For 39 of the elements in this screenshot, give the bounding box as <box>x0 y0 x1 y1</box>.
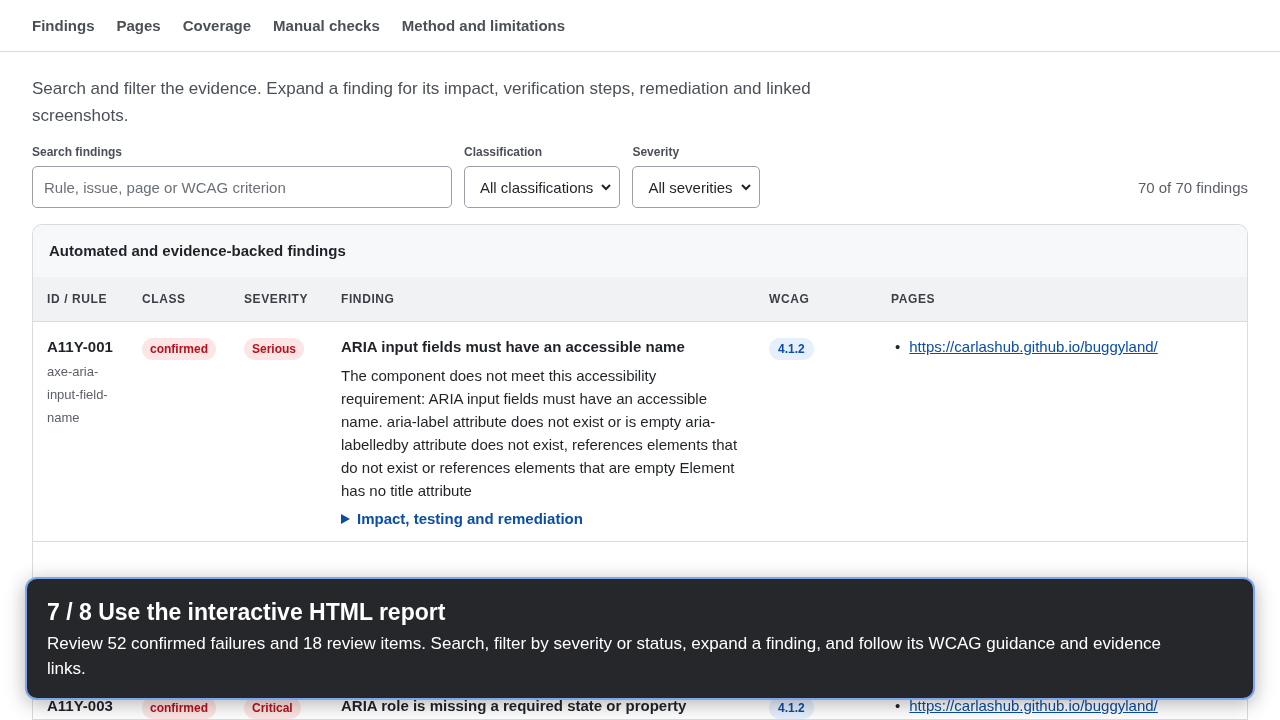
intro-text: Search and filter the evidence. Expand a finding for its impact, verification steps, remediation and linked screenshots. <box>32 78 812 127</box>
finding-title: ARIA input fields must have an accessible name <box>341 338 686 356</box>
nav-link[interactable]: Manual checks <box>273 16 380 35</box>
field-label: Search findings <box>32 145 124 159</box>
bullet: • <box>895 697 901 715</box>
chevron-down-icon <box>740 183 751 191</box>
finding-title: ARIA role is missing a required state or property <box>341 697 688 715</box>
column-header: SEVERITY <box>243 292 310 306</box>
details-toggle[interactable]: Impact, testing and remediation <box>341 510 583 527</box>
nav-link[interactable]: Coverage <box>182 16 252 35</box>
nav-link[interactable]: Pages <box>116 16 161 35</box>
column-header: CLASS <box>141 292 187 306</box>
class-badge: confirmed <box>142 338 216 360</box>
finding-description: The component does not meet this accessibility requirement: ARIA input fields must have an accessible name. aria-label attribute does not exist or is empty aria-labelledby attribute does not exist, references elements that do not exist or references elements that are empty Element has no title attribute <box>341 366 739 501</box>
rule-name: axe-aria-input-field-name <box>47 363 109 427</box>
popover-text: Review 52 confirmed failures and 18 review items. Search, filter by severity or status, expand a finding, and follow its WCAG guidance and evidence links. <box>47 633 1163 680</box>
caret-icon <box>341 513 350 524</box>
finding-id: A11Y-003 <box>47 697 114 715</box>
column-header: ID / RULE <box>46 292 109 306</box>
column-header: WCAG <box>768 292 811 306</box>
dropdown[interactable]: All severities <box>632 166 760 208</box>
page-link[interactable]: https://carlashub.github.io/buggyland/ <box>909 338 1158 356</box>
popover-title: 7 / 8 Use the interactive HTML report <box>47 598 447 626</box>
nav-link[interactable]: Method and limitations <box>401 16 566 35</box>
bullet: • <box>895 338 901 356</box>
dropdown[interactable]: All classifications <box>464 166 621 208</box>
column-header: PAGES <box>890 292 937 306</box>
column-header: FINDING <box>340 292 396 306</box>
severity-badge: Serious <box>244 338 304 360</box>
search-field[interactable]: Rule, issue, page or WCAG criterion <box>32 166 452 208</box>
field-label: Severity <box>632 145 681 159</box>
chevron-down-icon <box>601 183 612 191</box>
finding-id: A11Y-001 <box>47 338 114 356</box>
page-link[interactable]: https://carlashub.github.io/buggyland/ <box>909 697 1158 715</box>
table-title: Automated and evidence-backed findings <box>33 225 1247 277</box>
wcag-badge: 4.1.2 <box>769 338 814 360</box>
result-count: 70 of 70 findings <box>1137 179 1248 196</box>
field-label: Classification <box>464 145 544 159</box>
nav-link[interactable]: Findings <box>32 16 95 35</box>
